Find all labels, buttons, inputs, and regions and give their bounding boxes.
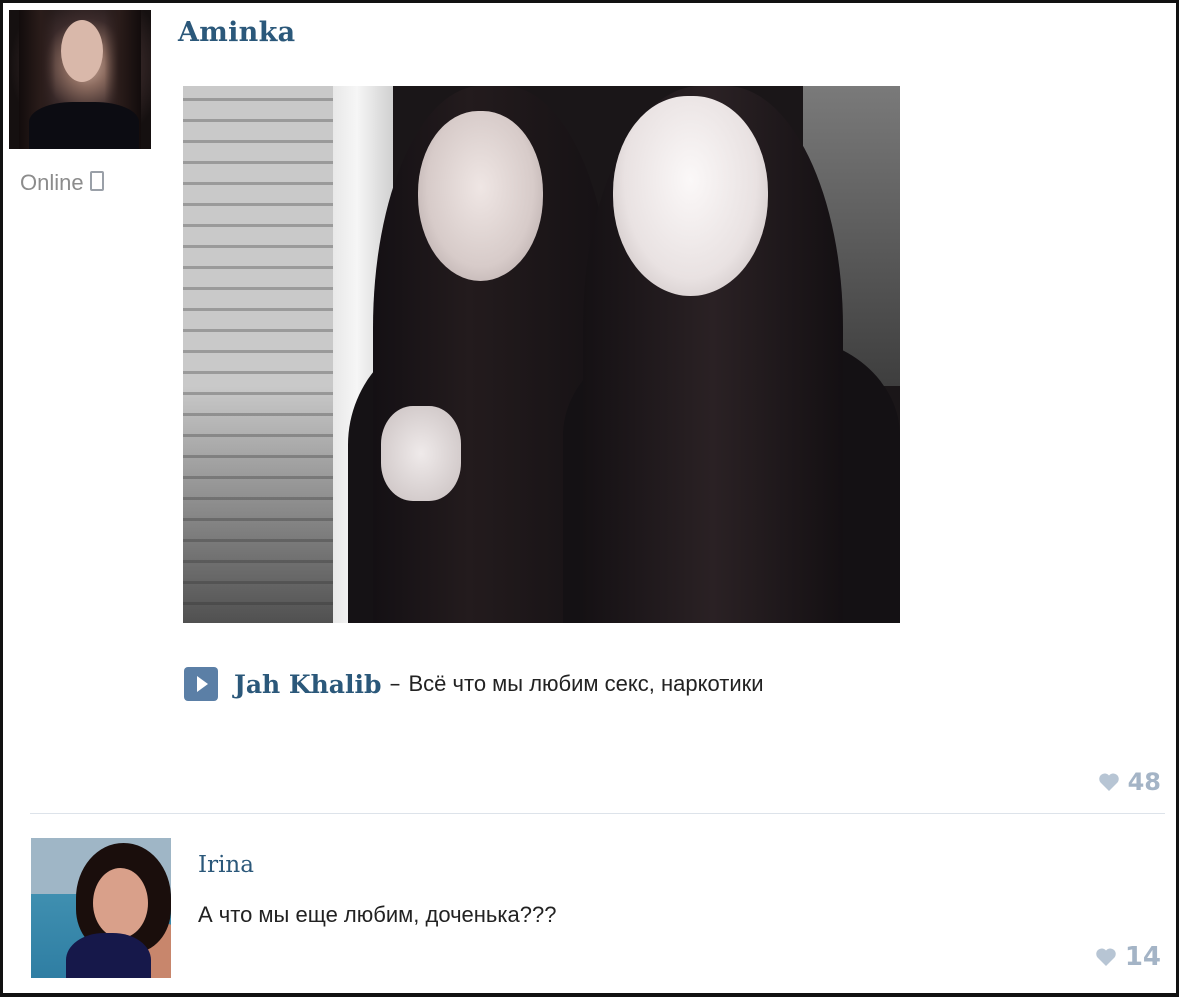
avatar-face — [93, 868, 148, 938]
online-status: Online — [20, 170, 104, 196]
play-icon[interactable] — [184, 667, 218, 701]
post-photo[interactable] — [183, 86, 900, 623]
heart-icon — [1098, 772, 1120, 792]
photo-hand — [381, 406, 461, 501]
avatar-face — [61, 20, 103, 82]
commenter-avatar[interactable] — [31, 838, 171, 978]
author-avatar[interactable] — [9, 10, 151, 149]
comment-author-name[interactable]: Irina — [198, 852, 254, 878]
comment-like-count: 14 — [1124, 942, 1161, 972]
avatar-body — [29, 102, 139, 149]
comment-text: А что мы еще любим, доченька??? — [198, 902, 557, 927]
mobile-phone-icon — [89, 171, 104, 191]
post-author-name[interactable]: Aminka — [178, 17, 295, 48]
audio-artist[interactable]: Jah Khalib — [234, 670, 382, 699]
photo-person-right-face — [613, 96, 768, 296]
audio-separator: – — [389, 671, 401, 697]
online-status-label: Online — [20, 170, 84, 195]
audio-attachment: Jah Khalib – Всё что мы любим секс, нарк… — [184, 664, 764, 704]
comment-like-button[interactable]: 14 — [1095, 942, 1161, 972]
audio-title[interactable]: Всё что мы любим секс, наркотики — [409, 671, 764, 697]
post-like-button[interactable]: 48 — [1098, 768, 1161, 796]
comment-divider — [30, 813, 1165, 814]
avatar-dress — [66, 933, 151, 978]
post-like-count: 48 — [1127, 768, 1161, 796]
photo-person-left-face — [418, 111, 543, 281]
heart-icon — [1095, 947, 1117, 967]
